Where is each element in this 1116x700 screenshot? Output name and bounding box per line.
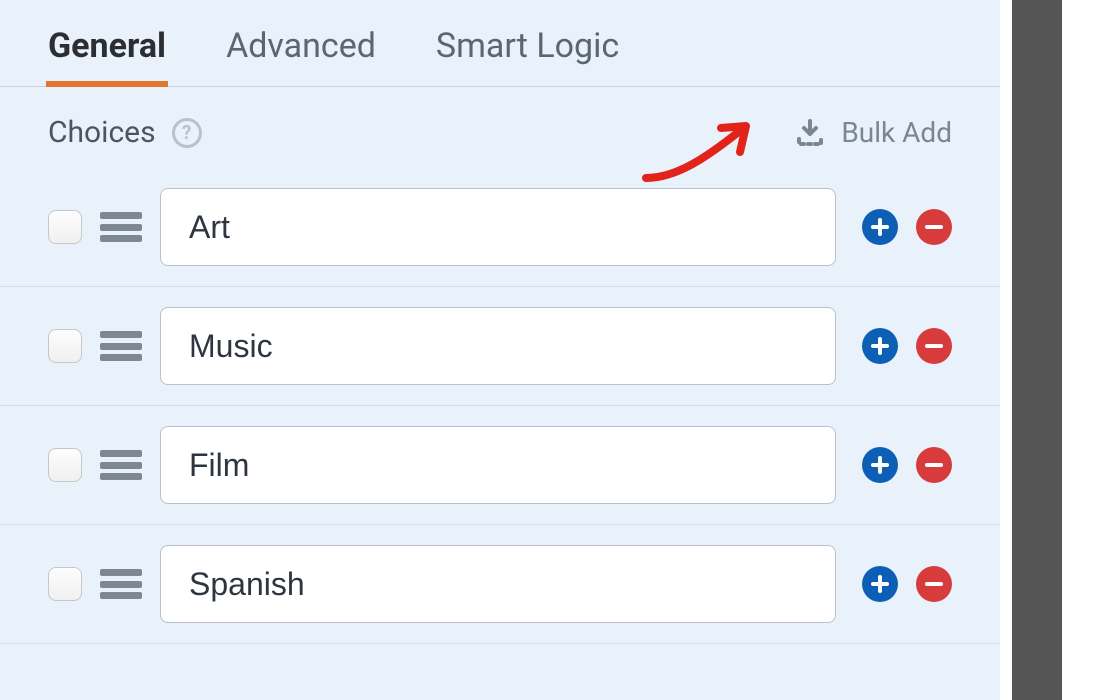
bulk-add-label: Bulk Add	[841, 116, 952, 149]
choice-checkbox[interactable]	[48, 210, 82, 244]
tabs: General Advanced Smart Logic	[0, 8, 1000, 87]
choice-row	[0, 406, 1000, 525]
add-choice-button[interactable]	[862, 328, 898, 364]
tab-general[interactable]: General	[48, 26, 166, 86]
choice-row	[0, 287, 1000, 406]
right-strip	[1000, 0, 1116, 700]
drag-handle-icon[interactable]	[100, 567, 142, 601]
choice-row	[0, 525, 1000, 644]
choice-input[interactable]	[160, 188, 836, 266]
add-choice-button[interactable]	[862, 447, 898, 483]
settings-panel: General Advanced Smart Logic Choices ? B…	[0, 0, 1000, 700]
tab-advanced[interactable]: Advanced	[226, 26, 376, 86]
add-choice-button[interactable]	[862, 209, 898, 245]
choices-list	[0, 168, 1000, 644]
choices-header: Choices ? Bulk Add	[0, 87, 1000, 168]
help-icon[interactable]: ?	[172, 118, 202, 148]
choice-checkbox[interactable]	[48, 448, 82, 482]
drag-handle-icon[interactable]	[100, 448, 142, 482]
remove-choice-button[interactable]	[916, 328, 952, 364]
choices-title: Choices	[48, 115, 156, 150]
choice-input[interactable]	[160, 426, 836, 504]
choice-row	[0, 168, 1000, 287]
drag-handle-icon[interactable]	[100, 210, 142, 244]
tab-smart-logic[interactable]: Smart Logic	[436, 26, 619, 86]
choice-checkbox[interactable]	[48, 329, 82, 363]
choice-checkbox[interactable]	[48, 567, 82, 601]
remove-choice-button[interactable]	[916, 447, 952, 483]
bulk-add-button[interactable]: Bulk Add	[795, 116, 952, 149]
scrollbar-track[interactable]	[1012, 0, 1062, 700]
add-choice-button[interactable]	[862, 566, 898, 602]
download-icon	[795, 119, 825, 147]
choice-input[interactable]	[160, 545, 836, 623]
remove-choice-button[interactable]	[916, 566, 952, 602]
choice-input[interactable]	[160, 307, 836, 385]
remove-choice-button[interactable]	[916, 209, 952, 245]
drag-handle-icon[interactable]	[100, 329, 142, 363]
